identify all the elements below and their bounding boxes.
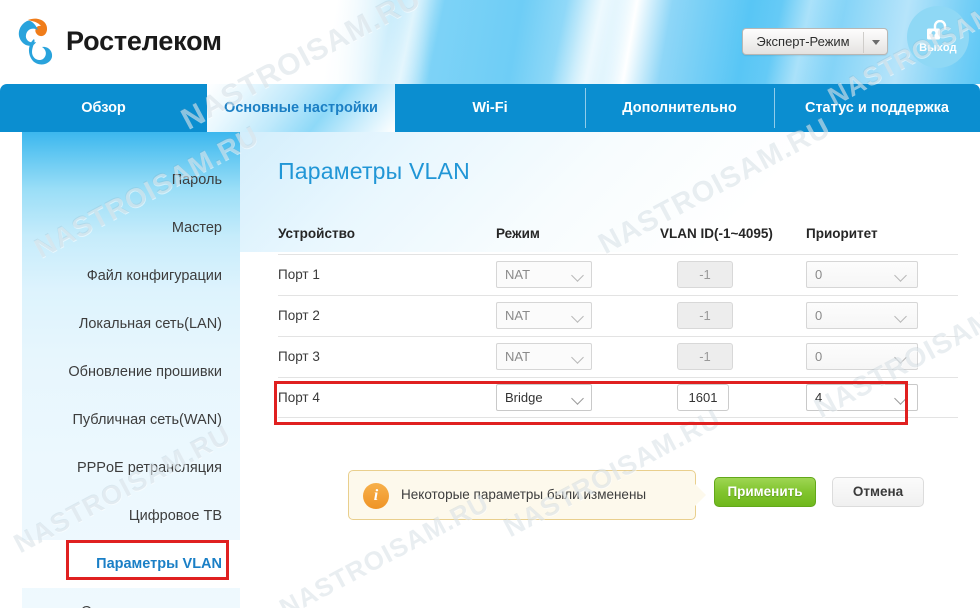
- apply-button[interactable]: Применить: [714, 477, 816, 507]
- router-admin-page: Ростелеком Эксперт-Режим Выход Обзор Осн…: [0, 0, 980, 608]
- table-row: Порт 2 NAT -1 0: [278, 295, 958, 336]
- chevron-down-icon: [571, 351, 584, 364]
- sidebar-item-lokalnaya-set-lan[interactable]: Локальная сеть(LAN): [22, 300, 240, 348]
- mode-value: NAT: [505, 349, 531, 364]
- table-row: Порт 1 NAT -1 0: [278, 254, 958, 295]
- mode-select-port2[interactable]: NAT: [496, 302, 592, 329]
- priority-select-port1[interactable]: 0: [806, 261, 918, 288]
- chevron-down-icon: [894, 392, 907, 405]
- sidebar-item-otpravka-sistemnyh[interactable]: Отправка системных: [22, 588, 240, 608]
- mode-select[interactable]: Эксперт-Режим: [742, 28, 888, 55]
- sidebar-item-label: Отправка системных: [81, 604, 222, 608]
- brand-logo[interactable]: Ростелеком: [14, 14, 234, 72]
- priority-select-port3[interactable]: 0: [806, 343, 918, 370]
- sidebar-item-parametry-vlan[interactable]: Параметры VLAN: [22, 540, 240, 588]
- priority-value: 0: [815, 267, 823, 282]
- mode-select-port1[interactable]: NAT: [496, 261, 592, 288]
- chevron-down-icon: [571, 392, 584, 405]
- main-content: Параметры VLAN Устройство Режим VLAN ID(…: [240, 132, 980, 608]
- cell-device: Порт 2: [278, 308, 320, 323]
- tab-label: Дополнительно: [622, 100, 737, 116]
- cell-device: Порт 4: [278, 390, 320, 405]
- mode-value: NAT: [505, 308, 531, 323]
- sidebar-item-parol[interactable]: Пароль: [22, 156, 240, 204]
- chevron-down-icon: [571, 269, 584, 282]
- sidebar-item-label: Мастер: [171, 220, 222, 236]
- sidebar-nav: Пароль Мастер Файл конфигурации Локальна…: [22, 132, 240, 608]
- priority-select-port4[interactable]: 4: [806, 384, 918, 411]
- tab-status-i-podderzhka[interactable]: Статус и поддержка: [774, 84, 980, 132]
- cell-device: Порт 3: [278, 349, 320, 364]
- logout-button[interactable]: Выход: [907, 6, 969, 68]
- vlan-table: Устройство Режим VLAN ID(-1~4095) Приори…: [278, 220, 958, 418]
- cancel-button[interactable]: Отмена: [832, 477, 924, 507]
- sidebar-item-label: Пароль: [171, 172, 222, 188]
- rostelecom-ear-logo-icon: [14, 16, 62, 68]
- chevron-down-icon: [872, 40, 880, 45]
- priority-value: 4: [815, 390, 823, 405]
- tab-label: Wi-Fi: [472, 100, 508, 116]
- mode-value: NAT: [505, 267, 531, 282]
- column-header-vlan-id: VLAN ID(-1~4095): [660, 226, 773, 241]
- tab-divider: [774, 88, 775, 128]
- tab-label: Основные настройки: [224, 100, 378, 116]
- tab-label: Статус и поддержка: [804, 100, 949, 116]
- sidebar-item-master[interactable]: Мастер: [22, 204, 240, 252]
- sidebar-item-label: Обновление прошивки: [68, 364, 222, 380]
- tab-obzor[interactable]: Обзор: [0, 84, 207, 132]
- sidebar-item-obnovlenie-proshivki[interactable]: Обновление прошивки: [22, 348, 240, 396]
- main-tab-bar: Обзор Основные настройки Wi-Fi Дополните…: [0, 84, 980, 132]
- vlan-id-input-port2[interactable]: -1: [677, 302, 733, 329]
- mode-select-value: Эксперт-Режим: [756, 34, 850, 49]
- vlan-id-input-port3[interactable]: -1: [677, 343, 733, 370]
- info-icon: i: [363, 483, 389, 509]
- sidebar-item-label: Цифровое ТВ: [128, 508, 222, 524]
- brand-name: Ростелеком: [66, 26, 222, 56]
- cell-device: Порт 1: [278, 267, 320, 282]
- column-header-priority: Приоритет: [806, 226, 878, 241]
- chevron-down-icon: [894, 310, 907, 323]
- mode-select-port3[interactable]: NAT: [496, 343, 592, 370]
- tab-osnovnye-nastroyki[interactable]: Основные настройки: [207, 84, 395, 132]
- sidebar-item-label: Локальная сеть(LAN): [78, 316, 222, 332]
- mode-value: Bridge: [505, 390, 543, 405]
- sidebar-item-cifrovoe-tv[interactable]: Цифровое ТВ: [22, 492, 240, 540]
- column-header-mode: Режим: [496, 226, 540, 241]
- page-header: Ростелеком Эксперт-Режим Выход: [0, 0, 980, 84]
- sidebar-item-pppoe-retranslyaciya[interactable]: PPPoE ретрансляция: [22, 444, 240, 492]
- sidebar-item-fayl-konfiguracii[interactable]: Файл конфигурации: [22, 252, 240, 300]
- table-row: Порт 3 NAT -1 0: [278, 336, 958, 377]
- tab-divider: [585, 88, 586, 128]
- chevron-down-icon: [894, 351, 907, 364]
- page-title: Параметры VLAN: [278, 158, 470, 184]
- table-row: Порт 4 Bridge 1601 4: [278, 377, 958, 418]
- vlan-id-input-port4[interactable]: 1601: [677, 384, 729, 411]
- chevron-down-icon: [894, 269, 907, 282]
- sidebar-item-label: Файл конфигурации: [86, 268, 222, 284]
- table-header-row: Устройство Режим VLAN ID(-1~4095) Приори…: [278, 220, 958, 254]
- sidebar-item-label: PPPoE ретрансляция: [76, 460, 222, 476]
- priority-value: 0: [815, 349, 823, 364]
- notice-banner: i Некоторые параметры были изменены: [348, 470, 696, 520]
- priority-value: 0: [815, 308, 823, 323]
- tab-label: Обзор: [81, 100, 126, 116]
- chevron-down-icon: [571, 310, 584, 323]
- mode-select-port4[interactable]: Bridge: [496, 384, 592, 411]
- vlan-id-input-port1[interactable]: -1: [677, 261, 733, 288]
- tab-wifi[interactable]: Wi-Fi: [395, 84, 585, 132]
- logout-label: Выход: [919, 42, 957, 54]
- notice-text: Некоторые параметры были изменены: [401, 487, 647, 502]
- tab-dopolnitelno[interactable]: Дополнительно: [585, 84, 774, 132]
- sidebar-item-label: Параметры VLAN: [96, 556, 222, 572]
- priority-select-port2[interactable]: 0: [806, 302, 918, 329]
- sidebar-item-publichnaya-set-wan[interactable]: Публичная сеть(WAN): [22, 396, 240, 444]
- sidebar-item-label: Публичная сеть(WAN): [72, 412, 222, 428]
- mode-select-divider: [863, 32, 864, 53]
- column-header-device: Устройство: [278, 226, 355, 241]
- notice-arrow: [692, 481, 706, 509]
